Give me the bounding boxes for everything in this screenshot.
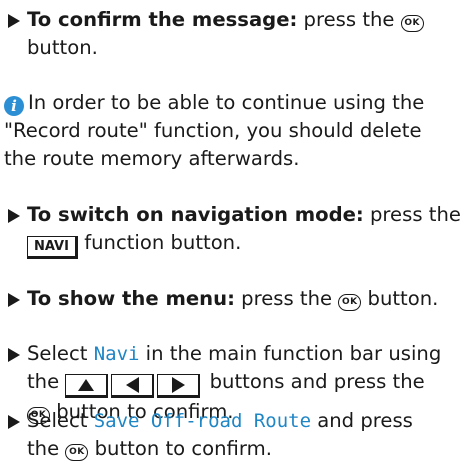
step-text: button to confirm. <box>88 437 272 460</box>
display-text-save-offroad-route: Save Off-road Route <box>93 410 312 432</box>
step-text: button. <box>27 36 98 59</box>
step-heading: To show the menu: <box>27 287 235 310</box>
info-note: i In order to be able to continue using t… <box>4 89 466 173</box>
bullet-triangle-icon <box>8 14 20 28</box>
step-text: press the <box>234 287 339 310</box>
step-navigation-mode: To switch on navigation mode: press the … <box>4 201 468 259</box>
ok-button-icon: OK <box>65 444 89 461</box>
step-text: buttons and press the <box>203 370 425 393</box>
note-line-1: In order to be able to continue using th… <box>28 91 425 114</box>
bullet-triangle-icon <box>8 415 20 429</box>
step-text: function button. <box>84 231 242 254</box>
ok-button-icon: OK <box>400 15 424 32</box>
bullet-triangle-icon <box>8 293 20 307</box>
note-line-3: the route memory afterwards. <box>4 147 300 170</box>
arrow-left-key-icon <box>111 374 155 398</box>
step-text: button. <box>361 287 439 310</box>
step-show-menu: To show the menu: press the OK button. <box>4 285 468 313</box>
step-text: press the <box>363 203 461 226</box>
display-text-navi: Navi <box>93 343 140 365</box>
step-text: Select <box>27 409 94 432</box>
arrow-up-key-icon <box>65 374 109 398</box>
step-text: in the main function bar using <box>139 342 442 365</box>
ok-button-icon: OK <box>338 294 362 311</box>
step-text: the <box>27 370 66 393</box>
step-save-offroad-route: Select Save Off-road Route and press the… <box>4 407 468 463</box>
bullet-triangle-icon <box>8 209 20 223</box>
step-heading: To confirm the message: <box>27 8 298 31</box>
arrow-right-key-icon <box>157 374 201 398</box>
step-text: Select <box>27 342 94 365</box>
step-text: and press <box>311 409 413 432</box>
step-heading: To switch on navigation mode: <box>27 203 364 226</box>
info-icon: i <box>4 96 24 116</box>
instruction-page: To confirm the message: press the OK but… <box>0 0 468 465</box>
bullet-triangle-icon <box>8 348 20 362</box>
step-text: press the <box>297 8 401 31</box>
step-confirm-message: To confirm the message: press the OK but… <box>4 6 468 62</box>
step-text: the <box>27 437 66 460</box>
note-line-2: "Record route" function, you should dele… <box>4 119 422 142</box>
navi-key-icon: NAVI <box>27 236 78 259</box>
arrow-buttons <box>65 374 203 398</box>
